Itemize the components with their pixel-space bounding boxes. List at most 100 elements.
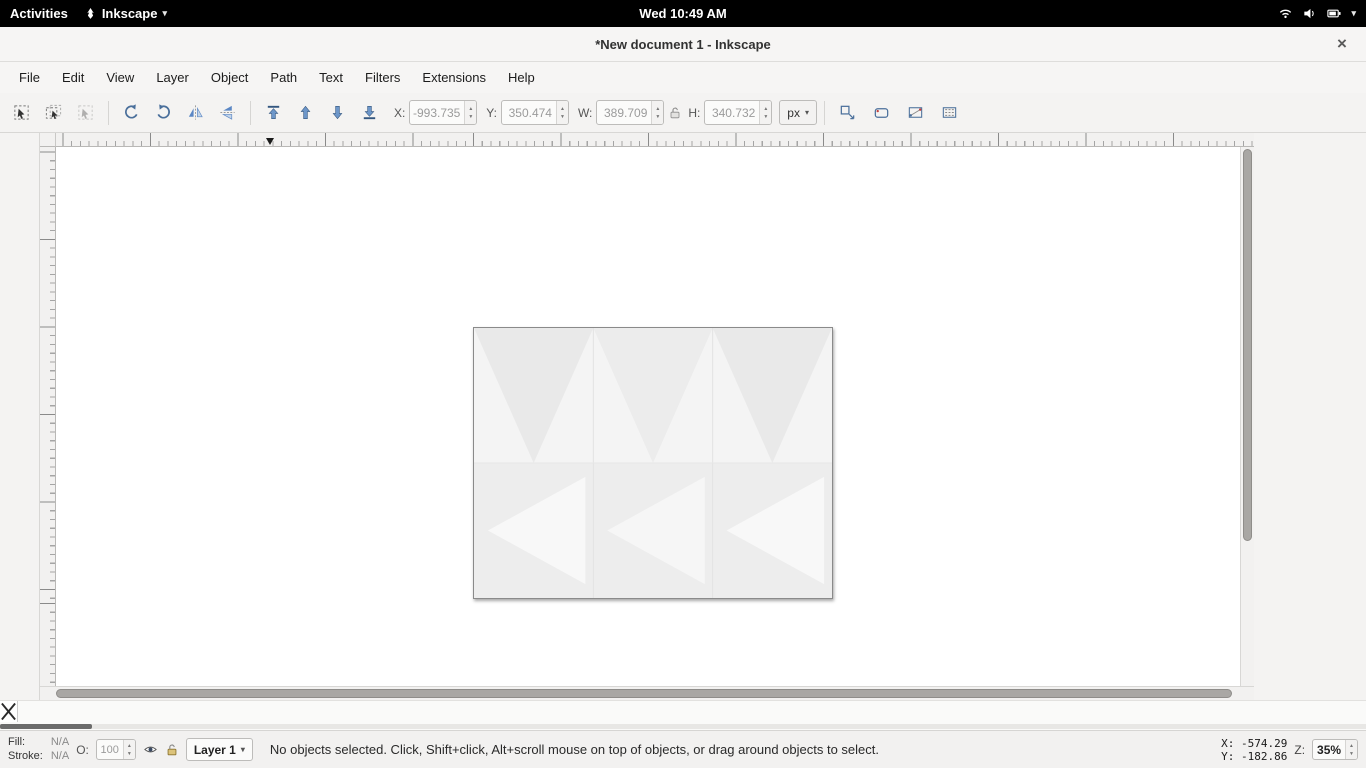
color-palette [0,701,1366,722]
menu-extensions[interactable]: Extensions [411,65,497,90]
select-all-button[interactable] [6,98,37,128]
spin-up-button[interactable]: ▲ [652,105,663,113]
select-all-in-all-layers-button[interactable] [38,98,69,128]
spin-up-button[interactable]: ▲ [760,105,771,113]
deselect-button[interactable] [70,98,101,128]
layer-lock-toggle[interactable] [165,743,179,757]
spin-up-button[interactable]: ▲ [557,105,568,113]
height-field[interactable]: 340.732 ▲▼ [704,100,772,125]
spin-up-button[interactable]: ▲ [1346,742,1357,750]
layer-name: Layer 1 [194,743,236,757]
rotate-ccw-button[interactable] [116,98,147,128]
document-page [473,327,833,599]
x-field-value[interactable]: -993.735 [410,101,464,124]
menu-view[interactable]: View [95,65,145,90]
toolbox [0,133,40,700]
fill-stroke-indicator[interactable]: Fill: N/A Stroke: N/A [8,736,69,763]
spin-down-button[interactable]: ▼ [652,113,663,121]
canvas[interactable] [56,147,1240,686]
height-field-value[interactable]: 340.732 [705,101,759,124]
unit-value: px [787,106,800,120]
chevron-down-icon: ▾ [241,745,245,754]
lower-to-bottom-button[interactable] [354,98,385,128]
commands-bar [1254,133,1318,700]
toolbar-separator [250,101,251,125]
gnome-top-bar: Activities Inkscape ▾ Wed 10:49 AM ▾ [0,0,1366,27]
menu-text[interactable]: Text [308,65,354,90]
height-field-label: H: [688,106,700,120]
canvas-artwork [474,328,832,598]
palette-scrollbar-thumb[interactable] [0,724,92,729]
right-toolbars [1254,133,1366,700]
lock-ratio-toggle[interactable] [667,105,683,121]
menu-help[interactable]: Help [497,65,546,90]
opacity-value[interactable]: 100 [97,740,123,759]
window-title: *New document 1 - Inkscape [595,37,771,52]
snap-controls-bar [1318,133,1366,700]
spin-up-button[interactable]: ▲ [124,742,135,750]
workspace [0,133,1366,700]
pointer-y: Y: -182.86 [1221,750,1287,763]
spin-down-button[interactable]: ▼ [760,113,771,121]
horizontal-scrollbar-thumb[interactable] [56,689,1232,698]
menu-path[interactable]: Path [259,65,308,90]
fill-value: N/A [51,736,69,749]
no-color-swatch[interactable] [0,701,18,722]
close-button[interactable]: × [1331,33,1353,55]
zoom-label: Z: [1294,743,1305,757]
rotate-cw-button[interactable] [148,98,179,128]
stroke-label: Stroke: [8,750,43,763]
flip-horizontal-button[interactable] [180,98,211,128]
raise-button[interactable] [290,98,321,128]
toolbar-separator [824,101,825,125]
toggle-move-patterns-button[interactable] [934,98,965,128]
horizontal-ruler[interactable] [56,133,1254,147]
zoom-value[interactable]: 35% [1313,740,1345,759]
pointer-x: X: -574.29 [1221,737,1287,750]
menu-edit[interactable]: Edit [51,65,95,90]
vertical-ruler[interactable] [40,147,56,686]
x-field[interactable]: -993.735 ▲▼ [409,100,477,125]
chevron-down-icon: ▾ [805,108,809,117]
width-field[interactable]: 389.709 ▲▼ [596,100,664,125]
raise-to-top-button[interactable] [258,98,289,128]
horizontal-scrollbar[interactable] [40,686,1254,700]
opacity-field[interactable]: 100 ▲▼ [96,739,136,760]
menu-bar: FileEditViewLayerObjectPathTextFiltersEx… [0,62,1366,93]
menu-filters[interactable]: Filters [354,65,411,90]
flip-vertical-button[interactable] [212,98,243,128]
chevron-down-icon: ▾ [1351,8,1356,19]
unit-dropdown[interactable]: px ▾ [779,100,817,125]
layer-dropdown[interactable]: Layer 1 ▾ [186,738,253,761]
menu-layer[interactable]: Layer [145,65,200,90]
menu-object[interactable]: Object [200,65,260,90]
layer-visibility-toggle[interactable] [143,742,158,757]
y-field-label: Y: [486,106,497,120]
spin-up-button[interactable]: ▲ [465,105,476,113]
pointer-coordinates: X: -574.29 Y: -182.86 [1221,737,1287,763]
command-toolbar: X: -993.735 ▲▼ Y: 350.474 ▲▼ W: 389.709 … [0,93,1366,133]
toolbar-separator [108,101,109,125]
lower-button[interactable] [322,98,353,128]
title-bar[interactable]: *New document 1 - Inkscape × [0,27,1366,62]
toggle-scale-corners-button[interactable] [866,98,897,128]
y-field-value[interactable]: 350.474 [502,101,556,124]
menu-file[interactable]: File [8,65,51,90]
color-palette-area [0,700,1366,730]
toggle-move-gradients-button[interactable] [900,98,931,128]
spin-down-button[interactable]: ▼ [1346,750,1357,758]
status-message: No objects selected. Click, Shift+click,… [260,742,1214,757]
spin-down-button[interactable]: ▼ [465,113,476,121]
zoom-field[interactable]: 35% ▲▼ [1312,739,1358,760]
palette-scrollbar[interactable] [0,724,1366,729]
vertical-scrollbar[interactable] [1240,147,1254,686]
clock[interactable]: Wed 10:49 AM [639,6,726,21]
width-field-value[interactable]: 389.709 [597,101,651,124]
toggle-scale-stroke-button[interactable] [832,98,863,128]
spin-down-button[interactable]: ▼ [124,750,135,758]
ruler-corner [40,133,56,147]
ruler-position-marker [266,138,274,145]
spin-down-button[interactable]: ▼ [557,113,568,121]
y-field[interactable]: 350.474 ▲▼ [501,100,569,125]
vertical-scrollbar-thumb[interactable] [1243,149,1252,541]
